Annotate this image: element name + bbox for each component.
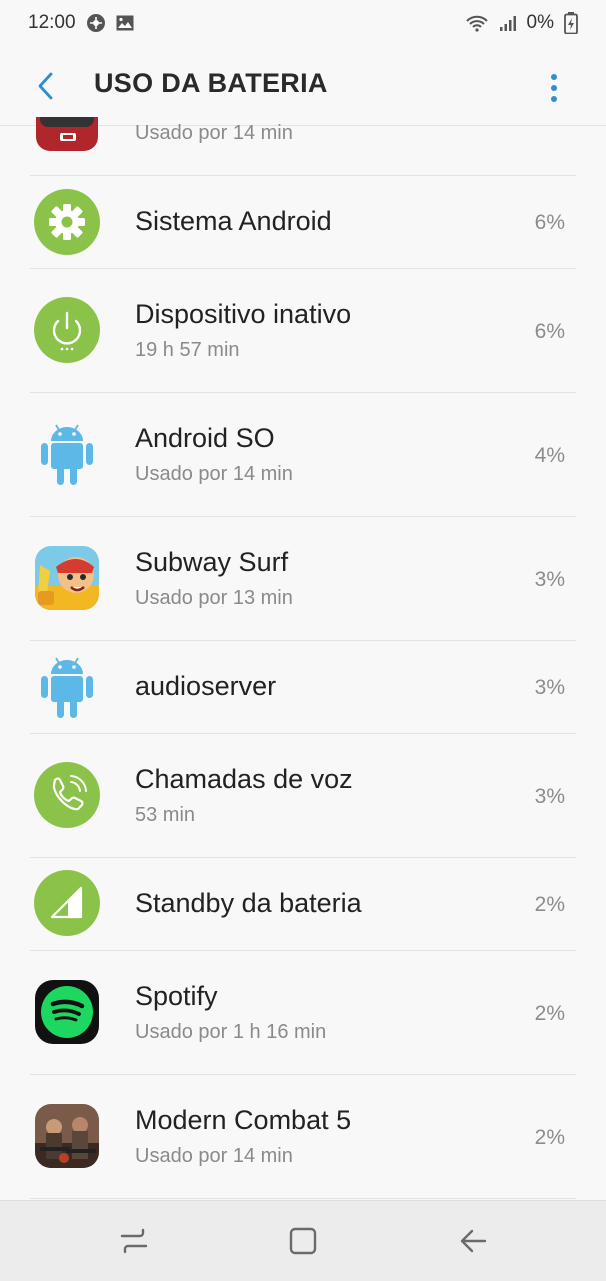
app-name: audioserver (135, 671, 277, 701)
app-percent: 2% (534, 1002, 565, 1025)
more-options-button[interactable] (536, 68, 572, 108)
back-arrow-icon (38, 72, 53, 100)
app-percent: 6% (534, 320, 565, 343)
settings-gear-icon (34, 189, 100, 255)
signal-icon (499, 14, 517, 32)
app-subtitle: Usado por 14 min (135, 122, 293, 144)
android-icon (34, 419, 100, 485)
back-button[interactable] (26, 66, 66, 106)
app-subtitle: 53 min (135, 804, 196, 826)
status-right: 0% (465, 12, 578, 34)
app-subtitle: 19 h 57 min (135, 339, 240, 361)
spotify-icon (34, 979, 100, 1045)
recents-icon (120, 1228, 148, 1254)
back-nav-button[interactable] (453, 1221, 493, 1261)
list-item[interactable]: Standby da bateria 2% (0, 858, 606, 951)
list-item-partial[interactable]: Usado por 14 min (0, 117, 606, 176)
phone-call-icon (34, 762, 100, 828)
app-percent: 4% (534, 444, 565, 467)
android-icon (34, 652, 100, 718)
recents-button[interactable] (114, 1221, 154, 1261)
page-title: USO DA BATERIA (94, 68, 328, 98)
app-subtitle: Usado por 14 min (135, 1145, 293, 1167)
app-header: USO DA BATERIA (0, 46, 606, 126)
app-percent: 2% (534, 893, 565, 916)
app-name: Chamadas de voz (135, 764, 353, 794)
app-name: Sistema Android (135, 206, 332, 236)
app-name: Android SO (135, 423, 275, 453)
power-icon (34, 297, 100, 363)
battery-icon (564, 12, 578, 34)
status-time: 12:00 (28, 12, 76, 33)
app-name: Standby da bateria (135, 888, 362, 918)
app-name: Modern Combat 5 (135, 1105, 352, 1135)
app-percent: 3% (534, 568, 565, 591)
bug-icon (86, 13, 106, 33)
image-notification-icon (116, 15, 134, 31)
list-item[interactable]: Modern Combat 5 Usado por 14 min 2% (0, 1075, 606, 1199)
battery-percent: 0% (526, 12, 554, 33)
app-name: Dispositivo inativo (135, 299, 352, 329)
list-item[interactable]: Dispositivo inativo 19 h 57 min 6% (0, 269, 606, 393)
modern-combat-app-icon (34, 1103, 100, 1169)
list-item[interactable]: audioserver 3% (0, 641, 606, 734)
list-item[interactable]: Chamadas de voz 53 min 3% (0, 734, 606, 858)
app-name: Subway Surf (135, 547, 289, 577)
app-percent: 6% (534, 211, 565, 234)
cell-signal-icon (34, 870, 100, 936)
app-subtitle: Usado por 13 min (135, 587, 293, 609)
app-subtitle: Usado por 1 h 16 min (135, 1021, 327, 1043)
more-vert-icon (551, 74, 557, 102)
wifi-icon (465, 14, 489, 32)
list-item[interactable]: Subway Surf Usado por 13 min 3% (0, 517, 606, 641)
app-icon-partial (34, 117, 100, 153)
status-left: 12:00 (28, 12, 134, 34)
subway-surf-app-icon (34, 545, 100, 611)
list-item[interactable]: Sistema Android 6% (0, 176, 606, 269)
list-item[interactable]: Android SO Usado por 14 min 4% (0, 393, 606, 517)
app-percent: 2% (534, 1126, 565, 1149)
navigation-bar (0, 1200, 606, 1281)
back-icon (460, 1229, 487, 1253)
divider (30, 1198, 576, 1199)
app-percent: 3% (534, 785, 565, 808)
home-icon (289, 1227, 317, 1255)
status-bar: 12:00 0% (0, 0, 606, 46)
app-percent: 3% (534, 676, 565, 699)
list-item[interactable]: Spotify Usado por 1 h 16 min 2% (0, 951, 606, 1075)
home-button[interactable] (283, 1221, 323, 1261)
app-subtitle: Usado por 14 min (135, 463, 293, 485)
app-name: Spotify (135, 981, 218, 1011)
